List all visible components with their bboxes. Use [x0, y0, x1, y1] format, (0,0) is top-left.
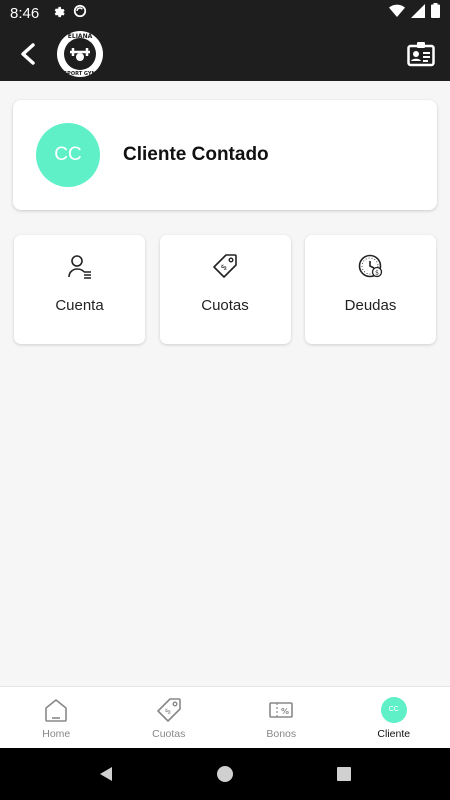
- app-bar: ELIANA SPORT GYM: [0, 26, 450, 81]
- tile-cuenta[interactable]: Cuenta: [14, 235, 145, 344]
- back-button[interactable]: [12, 34, 44, 74]
- tile-cuotas[interactable]: $ Cuotas: [159, 235, 291, 344]
- tile-label: Cuenta: [55, 297, 104, 314]
- system-back-button[interactable]: [94, 762, 118, 786]
- nav-item-cliente[interactable]: CC Cliente: [338, 687, 450, 748]
- wifi-icon: [389, 4, 405, 23]
- triangle-back-icon: [100, 767, 112, 781]
- settings-icon: [51, 4, 65, 23]
- nav-label: Bonos: [266, 727, 297, 740]
- contact-card-icon: [407, 41, 435, 66]
- system-nav-bar: [0, 748, 450, 800]
- tile-label: Deudas: [344, 297, 397, 314]
- svg-text:$: $: [163, 706, 173, 716]
- price-tag-icon: $: [155, 696, 183, 724]
- status-time: 8:46: [10, 4, 40, 22]
- nav-label: Home: [42, 727, 71, 740]
- voucher-icon: %: [267, 696, 295, 724]
- svg-text:$: $: [375, 270, 379, 277]
- chevron-left-icon: [21, 42, 35, 65]
- nav-label: Cliente: [377, 727, 411, 740]
- circle-home-icon: [217, 766, 233, 782]
- system-home-button[interactable]: [213, 762, 237, 786]
- nav-label: Cuotas: [152, 727, 186, 740]
- client-avatar: CC: [36, 123, 100, 187]
- tile-deudas[interactable]: $ Deudas: [305, 235, 436, 344]
- main-content: CC Cliente Contado Cuenta $ Cuotas $ Deu…: [0, 81, 450, 686]
- logo-text-top: ELIANA: [68, 33, 93, 40]
- system-recents-button[interactable]: [332, 762, 356, 786]
- gym-logo: ELIANA SPORT GYM: [56, 30, 104, 78]
- logo-text-bottom: SPORT GYM: [64, 71, 97, 77]
- square-recents-icon: [337, 767, 351, 781]
- user-list-icon: [66, 252, 94, 280]
- nav-avatar-wrap: CC: [380, 696, 408, 724]
- nav-item-cuotas[interactable]: $ Cuotas: [113, 687, 226, 748]
- signal-icon: [411, 3, 425, 23]
- status-system-icons: [389, 3, 440, 23]
- action-tiles: Cuenta $ Cuotas $ Deudas: [14, 235, 436, 344]
- nav-item-bonos[interactable]: % Bonos: [225, 687, 338, 748]
- avatar: CC: [380, 696, 407, 723]
- battery-icon: [431, 3, 440, 23]
- price-tag-icon: $: [211, 252, 239, 280]
- svg-text:$: $: [219, 262, 229, 272]
- status-notification-icons: [51, 4, 87, 23]
- client-card: CC Cliente Contado: [13, 100, 437, 210]
- clock-debt-icon: $: [357, 252, 385, 280]
- bottom-nav: Home $ Cuotas % Bonos CC Cliente: [0, 686, 450, 748]
- contact-card-button[interactable]: [404, 37, 438, 71]
- home-icon: [42, 696, 70, 724]
- nav-item-home[interactable]: Home: [0, 687, 113, 748]
- sync-icon: [73, 4, 87, 23]
- status-bar: 8:46: [0, 0, 450, 26]
- svg-text:%: %: [281, 707, 289, 716]
- client-name: Cliente Contado: [123, 144, 269, 165]
- tile-label: Cuotas: [201, 297, 249, 314]
